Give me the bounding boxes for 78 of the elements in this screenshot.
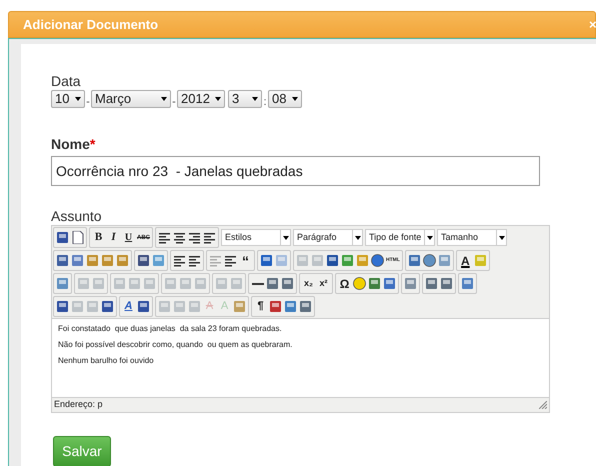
justify-icon bbox=[203, 231, 216, 244]
anchor-button[interactable] bbox=[325, 252, 340, 269]
paste-button[interactable] bbox=[85, 252, 100, 269]
smiley-button[interactable] bbox=[352, 275, 367, 292]
paragraph: Foi constatado que duas janelas da sala 23 foram quebradas. bbox=[58, 324, 283, 334]
styleprops-button[interactable]: A bbox=[121, 298, 136, 315]
paste-button[interactable] bbox=[115, 252, 130, 269]
resize-handle-icon[interactable] bbox=[539, 401, 547, 409]
required-mark: * bbox=[90, 136, 96, 152]
element-path: Endereço: p bbox=[54, 398, 103, 412]
caret-icon bbox=[498, 236, 504, 240]
eraser-button[interactable] bbox=[265, 275, 280, 292]
caret-icon bbox=[292, 97, 298, 101]
undo-button[interactable] bbox=[259, 252, 274, 269]
crop-button[interactable] bbox=[100, 298, 115, 315]
image-button[interactable] bbox=[340, 252, 355, 269]
editor-content[interactable]: Foi constatado que duas janelas da sala 23 foram quebradas. Não foi possível descobrir como, quando ou quem as quebraram. Nenhum barulho foi ouvido bbox=[52, 318, 549, 397]
template-button[interactable] bbox=[283, 298, 298, 315]
help-button[interactable] bbox=[370, 252, 385, 269]
quote-button[interactable]: “ bbox=[238, 252, 253, 269]
date-select[interactable]: 08 bbox=[268, 90, 302, 108]
date-select[interactable]: 10 bbox=[51, 90, 85, 108]
alignright-icon bbox=[188, 231, 201, 244]
italic-button[interactable]: I bbox=[106, 229, 121, 246]
doc-icon bbox=[71, 231, 84, 244]
format-dropdown[interactable]: Tipo de fonte bbox=[365, 229, 435, 246]
ltr-button[interactable] bbox=[424, 275, 439, 292]
omega-button[interactable]: Ω bbox=[337, 275, 352, 292]
caret-icon bbox=[282, 236, 288, 240]
film-button[interactable] bbox=[367, 275, 382, 292]
format-dropdown[interactable]: Estilos bbox=[221, 229, 291, 246]
aligncenter-icon bbox=[173, 231, 186, 244]
underline-button[interactable]: U bbox=[121, 229, 136, 246]
paragraph: Não foi possível descobrir como, quando ou quem as quebraram. bbox=[58, 340, 294, 350]
table-button[interactable] bbox=[280, 275, 295, 292]
horizontal-rule-icon bbox=[252, 282, 264, 284]
sup-button[interactable]: x² bbox=[316, 275, 331, 292]
name-field[interactable]: Ocorrência nro 23 - Janelas quebradas bbox=[51, 156, 540, 186]
paste-button[interactable] bbox=[100, 252, 115, 269]
rtl-button[interactable] bbox=[439, 275, 454, 292]
format-dropdown[interactable]: Parágrafo bbox=[293, 229, 363, 246]
caret-icon bbox=[252, 97, 258, 101]
caret-icon bbox=[426, 236, 432, 240]
date-select[interactable]: 3 bbox=[228, 90, 262, 108]
name-label: Nome bbox=[51, 136, 90, 152]
doc-button[interactable] bbox=[70, 229, 85, 246]
selectall-button[interactable] bbox=[55, 298, 70, 315]
cut-button[interactable] bbox=[55, 252, 70, 269]
attribs-button[interactable] bbox=[232, 298, 247, 315]
date-separator: : bbox=[262, 96, 268, 108]
nobreak-button[interactable] bbox=[268, 298, 283, 315]
save-button[interactable] bbox=[55, 229, 70, 246]
date-separator: - bbox=[85, 96, 91, 108]
clock-button[interactable] bbox=[422, 252, 437, 269]
date-label: Data bbox=[51, 73, 82, 89]
spell-button[interactable] bbox=[136, 298, 151, 315]
find-button[interactable] bbox=[136, 252, 151, 269]
backcolor-button[interactable] bbox=[472, 252, 488, 269]
pagebreak-button[interactable] bbox=[298, 298, 313, 315]
date-select[interactable]: Março bbox=[91, 90, 171, 108]
caret-icon bbox=[75, 97, 81, 101]
alignleft-icon bbox=[158, 231, 171, 244]
subject-label: Assunto bbox=[51, 208, 103, 224]
bold-button[interactable]: B bbox=[91, 229, 106, 246]
dialog-title: Adicionar Documento bbox=[23, 16, 158, 34]
date-separator: - bbox=[171, 96, 177, 108]
bar-button[interactable] bbox=[382, 275, 397, 292]
caret-icon bbox=[354, 236, 360, 240]
caret-icon bbox=[215, 97, 221, 101]
format-dropdown[interactable]: Tamanho bbox=[437, 229, 507, 246]
date-select[interactable]: 2012 bbox=[177, 90, 225, 108]
sub-button[interactable]: x₂ bbox=[301, 275, 316, 292]
forecolor-button[interactable]: A bbox=[458, 252, 473, 269]
calendar-button[interactable] bbox=[406, 252, 422, 269]
caret-icon bbox=[161, 97, 167, 101]
paragraph: Nenhum barulho foi ouvido bbox=[58, 356, 155, 366]
copy-button[interactable] bbox=[70, 252, 85, 269]
pilcrow-button[interactable]: ¶ bbox=[253, 298, 268, 315]
